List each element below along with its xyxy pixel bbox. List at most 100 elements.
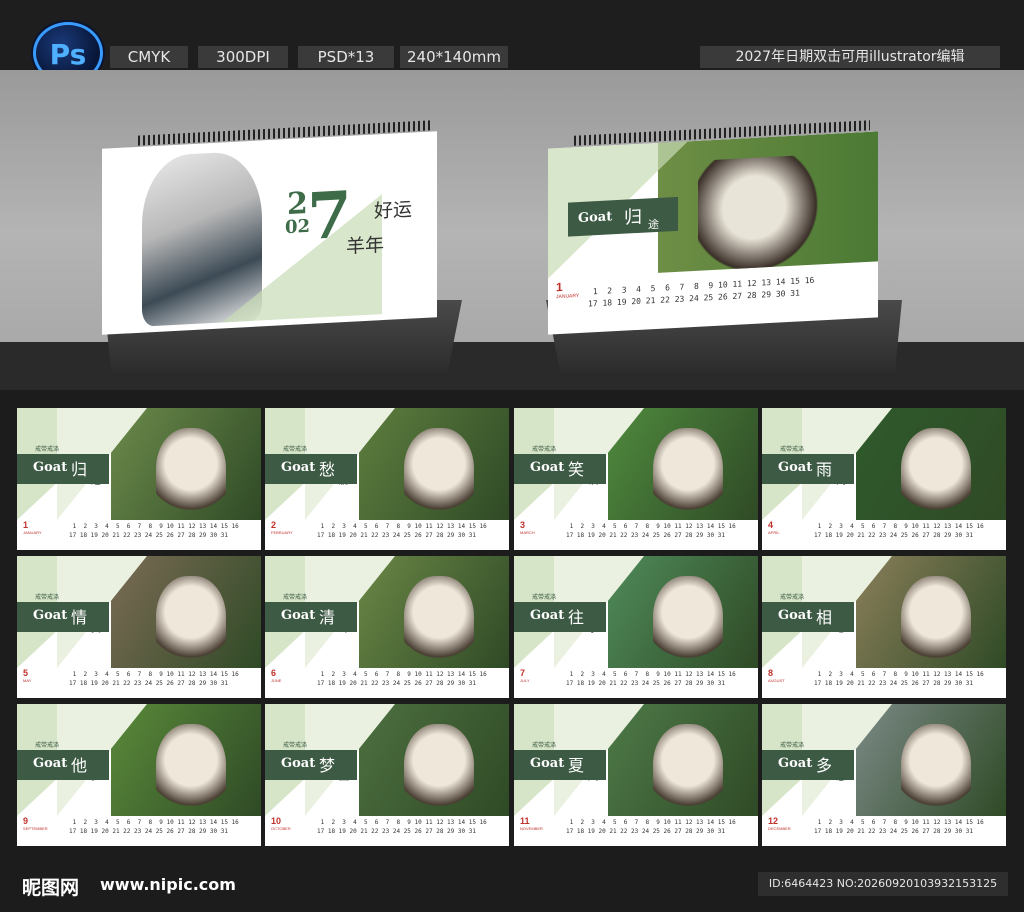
card-cn-sub: 思 (836, 624, 846, 635)
month-cn-main: 归 (624, 206, 642, 228)
goat-head (404, 576, 474, 666)
card-small-text: 戒带戒涤 (532, 594, 557, 601)
goat-photo (698, 153, 838, 271)
card-small-text: 戒带戒涤 (283, 446, 308, 453)
grid-row-2: 17 18 19 20 21 22 23 24 25 26 27 28 29 3… (317, 828, 476, 835)
card-month-name: APRIL (768, 530, 780, 535)
grid-row-2: 17 18 19 20 21 22 23 24 25 26 27 28 29 3… (566, 680, 725, 687)
card-month-number: 8 (768, 668, 774, 678)
tag-cmyk: CMYK (110, 46, 188, 68)
month-card: 戒带戒涤 Goat 情真 5 MAY 1 2 3 4 5 6 7 8 9 10 11 1… (17, 556, 261, 698)
goat-head (156, 576, 226, 666)
card-month-name: MARCH (520, 530, 535, 535)
grid-row-2: 17 18 19 20 21 22 23 24 25 26 27 28 29 3… (317, 680, 476, 687)
month-grid: 1 2 3 4 5 6 7 8 9 10 11 12 13 14 15 16 1… (588, 272, 868, 313)
card-date-grid: 1 2 3 4 5 6 7 8 9 10 11 12 13 14 15 16 1… (814, 670, 1002, 696)
grid-row-1: 1 2 3 4 5 6 7 8 9 10 11 12 13 14 15 16 (317, 523, 487, 530)
card-cn-main: 雨 (816, 460, 833, 479)
grid-row-1: 1 2 3 4 5 6 7 8 9 10 11 12 13 14 15 16 (566, 671, 736, 678)
card-cn-sub: 真 (91, 624, 101, 635)
goat-label: Goat (530, 756, 565, 771)
card-month-name: NOVEMBER (520, 826, 543, 831)
card-month-number: 9 (23, 816, 29, 826)
card-date-grid: 1 2 3 4 5 6 7 8 9 10 11 12 13 14 15 16 1… (814, 522, 1002, 548)
tag-size: 240*140mm (400, 46, 508, 68)
card-cn-sub: 肠 (339, 476, 349, 487)
cover-year-02: 02 (285, 215, 311, 239)
goat-label: Goat (281, 608, 316, 623)
card-cn-sub: 间 (836, 476, 846, 487)
card-date-grid: 1 2 3 4 5 6 7 8 9 10 11 12 13 14 15 16 1… (566, 818, 754, 844)
goat-head (901, 576, 971, 666)
goat-head (404, 724, 474, 814)
month-cn-sub: 途 (648, 218, 659, 232)
tag-dpi: 300DPI (198, 46, 288, 68)
card-date-grid: 1 2 3 4 5 6 7 8 9 10 11 12 13 14 15 16 1… (814, 818, 1002, 844)
grid-row-1: 1 2 3 4 5 6 7 8 9 10 11 12 13 14 15 16 (69, 523, 239, 530)
month-card: 戒带戒涤 Goat 愁肠 2 FEBRUARY 1 2 3 4 5 6 7 8 9 10… (265, 408, 509, 550)
goat-label: Goat (33, 608, 68, 623)
grid-row-1: 1 2 3 4 5 6 7 8 9 10 11 12 13 14 15 16 (814, 523, 984, 530)
card-cn-main: 夏 (568, 756, 585, 775)
card-cn-main: 相 (816, 608, 833, 627)
month-card: 戒带戒涤 Goat 清冷 6 JUNE 1 2 3 4 5 6 7 8 9 10 11 … (265, 556, 509, 698)
goat-label: Goat (778, 460, 813, 475)
grid-row-2: 17 18 19 20 21 22 23 24 25 26 27 28 29 3… (69, 828, 228, 835)
card-month-number: 6 (271, 668, 277, 678)
month-face: Goat 归 途 1 JANUARY 1 2 3 4 5 6 7 8 9 10 … (548, 131, 878, 335)
goat-label: Goat (778, 608, 813, 623)
tag-psd: PSD*13 (298, 46, 394, 68)
goat-head (653, 576, 723, 666)
goat-label: Goat (530, 460, 565, 475)
card-month-name: JULY (520, 678, 530, 683)
card-date-grid: 1 2 3 4 5 6 7 8 9 10 11 12 13 14 15 16 1… (69, 522, 257, 548)
card-cn-main: 他 (71, 756, 88, 775)
goat-label: Goat (33, 756, 68, 771)
goat-label: Goat (281, 756, 316, 771)
card-cn-main: 笑 (568, 460, 585, 479)
card-small-text: 戒带戒涤 (780, 446, 805, 453)
edit-note: 2027年日期双击可用illustrator编辑 (700, 46, 1000, 68)
card-month-number: 10 (271, 816, 282, 826)
grid-row-1: 1 2 3 4 5 6 7 8 9 10 11 12 13 14 15 16 (69, 671, 239, 678)
grid-row-2: 17 18 19 20 21 22 23 24 25 26 27 28 29 3… (566, 828, 725, 835)
card-month-name: JUNE (271, 678, 282, 683)
grid-row-1: 1 2 3 4 5 6 7 8 9 10 11 12 13 14 15 16 (69, 819, 239, 826)
goat-head (404, 428, 474, 518)
month-card: 戒带戒涤 Goat 归途 1 JANUARY 1 2 3 4 5 6 7 8 9 10 … (17, 408, 261, 550)
month-card: 戒带戒涤 Goat 相思 8 AUGUST 1 2 3 4 5 6 7 8 9 10 1… (762, 556, 1006, 698)
card-month-name: FEBRUARY (271, 530, 293, 535)
image-id: ID:6464423 NO:20260920103932153125 (758, 872, 1008, 896)
card-date-grid: 1 2 3 4 5 6 7 8 9 10 11 12 13 14 15 16 1… (317, 670, 505, 696)
goat-head (653, 724, 723, 814)
card-month-name: DECEMBER (768, 826, 791, 831)
month-card: 戒带戒涤 Goat 夏风 11 NOVEMBER 1 2 3 4 5 6 7 8 9 1… (514, 704, 758, 846)
grid-row-2: 17 18 19 20 21 22 23 24 25 26 27 28 29 3… (69, 532, 228, 539)
card-small-text: 戒带戒涤 (35, 446, 60, 453)
month-label-box: Goat 归 途 (568, 196, 678, 237)
card-cn-sub: 风 (588, 772, 598, 783)
month-name: JANUARY (556, 293, 580, 301)
cover-face: 2 7 02 好运 羊年 (102, 131, 437, 335)
grid-row-1: 1 2 3 4 5 6 7 8 9 10 11 12 13 14 15 16 (317, 671, 487, 678)
card-cn-main: 归 (71, 460, 88, 479)
card-date-grid: 1 2 3 4 5 6 7 8 9 10 11 12 13 14 15 16 1… (317, 818, 505, 844)
card-small-text: 戒带戒涤 (532, 446, 557, 453)
grid-row-2: 17 18 19 20 21 22 23 24 25 26 27 28 29 3… (69, 680, 228, 687)
card-month-name: SEPTEMBER (23, 826, 48, 831)
cover-title-1: 好运 (374, 198, 413, 223)
card-month-name: JANUARY (23, 530, 42, 535)
card-cn-main: 愁 (319, 460, 336, 479)
card-cn-sub: 途 (91, 476, 101, 487)
card-cn-main: 多 (816, 756, 833, 775)
month-card: 戒带戒涤 Goat 笑饮 3 MARCH 1 2 3 4 5 6 7 8 9 10 11… (514, 408, 758, 550)
cover-title-2: 羊年 (346, 233, 385, 258)
site-url[interactable]: www.nipic.com (100, 875, 236, 894)
card-date-grid: 1 2 3 4 5 6 7 8 9 10 11 12 13 14 15 16 1… (69, 670, 257, 696)
grid-row-2: 17 18 19 20 21 22 23 24 25 26 27 28 29 3… (317, 532, 476, 539)
card-date-grid: 1 2 3 4 5 6 7 8 9 10 11 12 13 14 15 16 1… (317, 522, 505, 548)
card-month-name: OCTOBER (271, 826, 291, 831)
grid-row-1: 1 2 3 4 5 6 7 8 9 10 11 12 13 14 15 16 (814, 819, 984, 826)
goat-head (653, 428, 723, 518)
card-cn-main: 情 (71, 608, 88, 627)
